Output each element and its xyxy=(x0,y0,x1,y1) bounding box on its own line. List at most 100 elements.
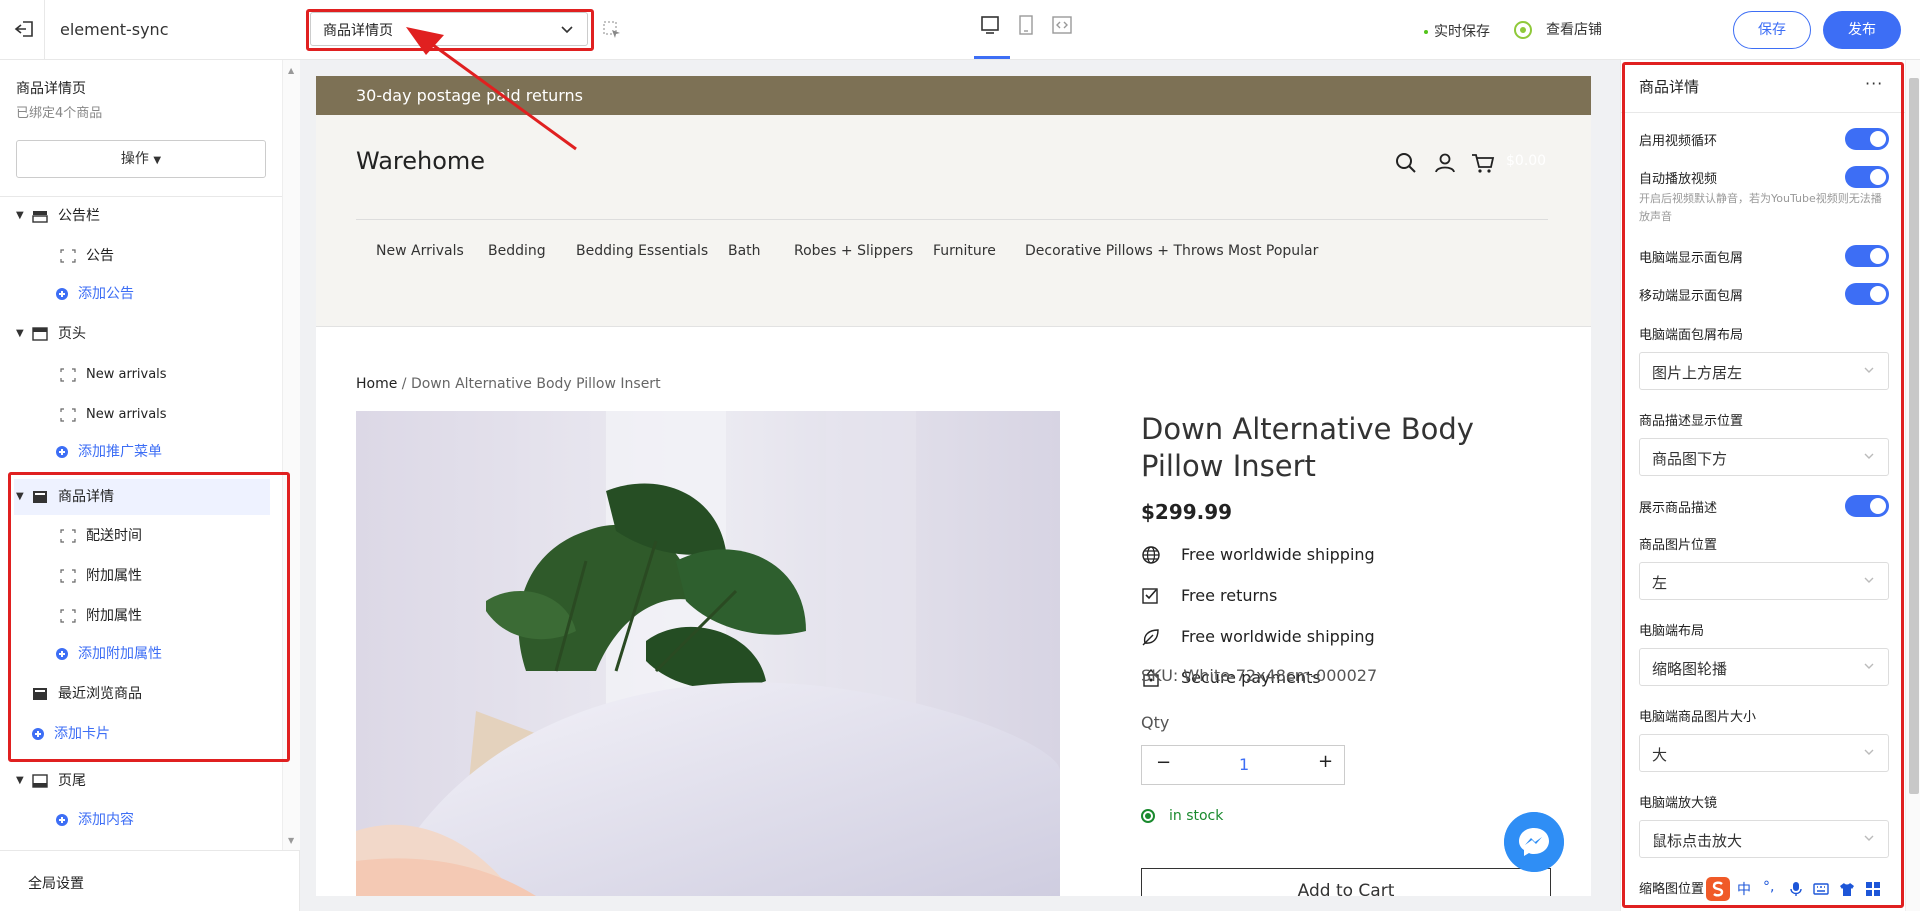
store-preview: 30-day postage paid returns Warehome $0.… xyxy=(316,76,1591,896)
tablet-view-icon[interactable] xyxy=(1015,14,1037,36)
nav-item[interactable]: Furniture xyxy=(933,243,996,259)
header-icon xyxy=(32,327,48,341)
thumb-position-label: 缩略图位置 xyxy=(1639,882,1705,897)
page-select-value: 商品详情页 xyxy=(323,23,393,39)
nav-item[interactable]: Bedding xyxy=(488,243,546,259)
messenger-icon[interactable] xyxy=(1504,812,1564,872)
tree-item-attribute-2[interactable]: 附加属性 xyxy=(0,598,282,634)
pc-img-size-select[interactable]: 大 xyxy=(1639,734,1889,772)
tree-item-header[interactable]: ▼ 页头 xyxy=(0,316,282,352)
left-scrollbar[interactable]: ▲ ▼ xyxy=(282,60,300,850)
keyboard-icon[interactable] xyxy=(1813,882,1829,896)
breadcrumb-home[interactable]: Home xyxy=(356,376,397,392)
ime-toolbar[interactable]: 中 °, xyxy=(1705,876,1895,902)
add-attribute-link[interactable]: 添加附加属性 xyxy=(0,636,282,672)
product-image[interactable] xyxy=(356,411,1060,896)
add-announce-link[interactable]: 添加公告 xyxy=(0,276,282,312)
add-to-cart-button[interactable]: Add to Cart xyxy=(1141,868,1551,896)
caret-down-icon: ▼ xyxy=(153,155,162,166)
tree-item-recently-viewed[interactable]: 最近浏览商品 xyxy=(0,676,282,712)
pc-layout-select[interactable]: 缩略图轮播 xyxy=(1639,648,1889,686)
caret-down-icon[interactable]: ▼ xyxy=(16,316,24,352)
chevron-down-icon xyxy=(1864,453,1874,459)
exit-icon[interactable] xyxy=(12,16,38,42)
feature-item: Free returns xyxy=(1141,582,1561,610)
active-view-indicator xyxy=(974,56,1010,59)
desc-position-select[interactable]: 商品图下方 xyxy=(1639,438,1889,476)
tree-item-footer[interactable]: ▼ 页尾 xyxy=(0,763,282,799)
nav-item[interactable]: Robes + Slippers xyxy=(794,243,913,259)
block-icon xyxy=(60,408,76,422)
view-store-link[interactable]: 查看店铺 xyxy=(1514,19,1602,39)
chevron-down-icon xyxy=(1864,367,1874,373)
tree-item-header-child-2[interactable]: New arrivals xyxy=(0,397,282,433)
skin-icon[interactable] xyxy=(1839,881,1855,897)
video-loop-label: 启用视频循环 xyxy=(1639,134,1718,149)
pc-zoom-select[interactable]: 鼠标点击放大 xyxy=(1639,820,1889,858)
autoplay-toggle[interactable] xyxy=(1845,166,1889,188)
add-menu-link[interactable]: 添加推广菜单 xyxy=(0,434,282,470)
qty-value[interactable]: 1 xyxy=(1239,755,1249,774)
microphone-icon[interactable] xyxy=(1789,881,1803,897)
quantity-stepper[interactable]: − 1 + xyxy=(1141,745,1345,785)
video-loop-toggle[interactable] xyxy=(1845,128,1889,150)
save-button[interactable]: 保存 xyxy=(1733,11,1811,49)
plus-circle-icon xyxy=(56,288,68,300)
block-icon xyxy=(60,529,76,543)
pc-zoom-label: 电脑端放大镜 xyxy=(1639,796,1718,811)
tree-item-announce-child[interactable]: 公告 xyxy=(0,238,282,274)
page-title: 商品详情页 xyxy=(16,81,86,97)
nav-item[interactable]: Bedding Essentials xyxy=(576,243,708,259)
qty-minus-button[interactable]: − xyxy=(1156,752,1171,773)
desktop-view-icon[interactable] xyxy=(979,14,1001,36)
tree-item-delivery-time[interactable]: 配送时间 xyxy=(0,518,282,554)
show-desc-toggle[interactable] xyxy=(1845,495,1889,517)
code-view-icon[interactable] xyxy=(1051,14,1073,36)
pc-breadcrumb-label: 电脑端显示面包屑 xyxy=(1639,251,1744,266)
mobile-breadcrumb-toggle[interactable] xyxy=(1845,283,1889,305)
ime-lang[interactable]: 中 xyxy=(1737,879,1751,899)
user-icon[interactable] xyxy=(1433,151,1457,175)
nav-item[interactable]: Bath xyxy=(728,243,761,259)
nav-item[interactable]: New Arrivals xyxy=(376,243,464,259)
footer-icon xyxy=(32,774,48,788)
globe-icon xyxy=(1142,546,1160,564)
element-select-icon[interactable] xyxy=(602,20,622,40)
settings-scrollbar[interactable] xyxy=(1905,60,1920,911)
block-icon xyxy=(60,569,76,583)
status-dot-icon xyxy=(1424,30,1428,34)
tree-item-announce[interactable]: ▼ 公告栏 xyxy=(0,198,282,234)
operation-button[interactable]: 操作 ▼ xyxy=(16,140,266,178)
eye-icon xyxy=(1514,21,1532,39)
stock-dot-icon xyxy=(1141,809,1155,823)
publish-button[interactable]: 发布 xyxy=(1823,11,1901,49)
pc-img-size-label: 电脑端商品图片大小 xyxy=(1639,710,1757,725)
breadcrumb: Home / Down Alternative Body Pillow Inse… xyxy=(356,376,661,392)
global-settings[interactable]: 全局设置 xyxy=(0,850,300,911)
img-position-select[interactable]: 左 xyxy=(1639,562,1889,600)
autoplay-label: 自动播放视频 xyxy=(1639,172,1718,187)
cart-icon[interactable] xyxy=(1471,151,1495,175)
pc-breadcrumb-toggle[interactable] xyxy=(1845,245,1889,267)
nav-item[interactable]: Most Popular xyxy=(1228,243,1318,259)
cart-amount: $0.00 xyxy=(1506,153,1547,169)
app-name: element-sync xyxy=(60,20,169,39)
caret-down-icon[interactable]: ▼ xyxy=(16,763,24,799)
qty-plus-button[interactable]: + xyxy=(1318,751,1333,772)
search-icon[interactable] xyxy=(1394,151,1418,175)
tree-item-product-detail[interactable]: ▼ 商品详情 xyxy=(14,479,270,515)
leaf-icon xyxy=(1142,629,1159,646)
breadcrumb-layout-select[interactable]: 图片上方居左 xyxy=(1639,352,1889,390)
ime-punct[interactable]: °, xyxy=(1763,879,1774,895)
add-card-link[interactable]: 添加卡片 xyxy=(0,716,282,752)
tree-item-header-child-1[interactable]: New arrivals xyxy=(0,357,282,393)
caret-down-icon[interactable]: ▼ xyxy=(16,479,24,515)
stock-status: in stock xyxy=(1141,808,1223,824)
grid-menu-icon[interactable] xyxy=(1865,881,1881,897)
add-content-link[interactable]: 添加内容 xyxy=(0,802,282,838)
plus-circle-icon xyxy=(56,648,68,660)
more-icon[interactable]: ··· xyxy=(1865,74,1883,93)
tree-item-attribute-1[interactable]: 附加属性 xyxy=(0,558,282,594)
caret-down-icon[interactable]: ▼ xyxy=(16,198,24,234)
nav-item[interactable]: Decorative Pillows + Throws xyxy=(1025,243,1224,259)
